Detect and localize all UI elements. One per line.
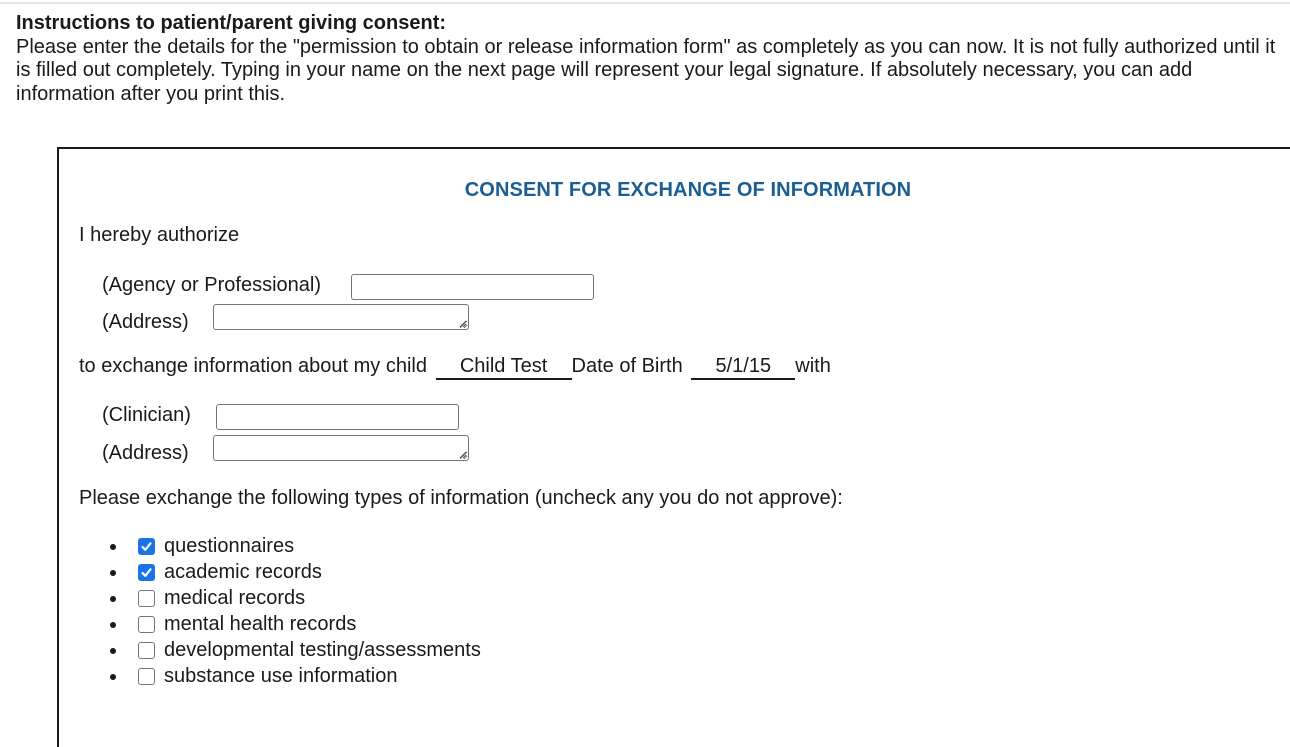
info-type-item: mental health records bbox=[107, 611, 481, 637]
info-type-checkbox[interactable] bbox=[138, 667, 155, 685]
info-type-item: academic records bbox=[107, 559, 481, 585]
info-type-label: questionnaires bbox=[164, 534, 295, 557]
instructions-body: Please enter the details for the "permis… bbox=[16, 35, 1276, 105]
info-type-item: developmental testing/assessments bbox=[107, 637, 481, 663]
form-title: CONSENT FOR EXCHANGE OF INFORMATION bbox=[464, 179, 912, 201]
bullet-icon bbox=[110, 622, 116, 628]
info-types-list: questionnaires academic records medical … bbox=[107, 533, 481, 689]
agency-address-textarea[interactable] bbox=[213, 304, 469, 330]
checkmark-icon bbox=[141, 541, 152, 551]
bullet-icon bbox=[110, 596, 116, 602]
info-type-checkbox[interactable] bbox=[138, 589, 155, 607]
info-type-label: medical records bbox=[164, 586, 306, 609]
exchange-suffix: with bbox=[795, 355, 831, 377]
clinician-address-textarea[interactable] bbox=[213, 435, 469, 461]
bullet-icon bbox=[110, 674, 116, 680]
info-type-item: medical records bbox=[107, 585, 481, 611]
clinician-address-label: (Address) bbox=[102, 442, 189, 464]
info-type-label: developmental testing/assessments bbox=[164, 638, 481, 661]
exchange-prefix: to exchange information about my child bbox=[79, 355, 427, 377]
agency-address-label: (Address) bbox=[102, 311, 189, 333]
bullet-icon bbox=[110, 648, 116, 654]
authorize-text: I hereby authorize bbox=[79, 224, 240, 246]
info-type-label: mental health records bbox=[164, 612, 357, 635]
info-type-checkbox[interactable] bbox=[138, 563, 155, 581]
agency-input[interactable] bbox=[351, 274, 594, 300]
agency-label: (Agency or Professional) bbox=[102, 274, 321, 296]
instructions-heading: Instructions to patient/parent giving co… bbox=[16, 12, 447, 34]
clinician-input[interactable] bbox=[216, 404, 459, 430]
dob-label: Date of Birth bbox=[571, 355, 683, 377]
info-type-item: questionnaires bbox=[107, 533, 481, 559]
bullet-icon bbox=[110, 570, 116, 576]
child-name-field: Child Test bbox=[435, 355, 572, 380]
clinician-label: (Clinician) bbox=[102, 404, 191, 426]
info-type-label: academic records bbox=[164, 560, 322, 583]
exchange-sentence: to exchange information about my child C… bbox=[79, 355, 831, 380]
bullet-icon bbox=[110, 544, 116, 550]
info-type-checkbox[interactable] bbox=[138, 641, 155, 659]
info-type-item: substance use information bbox=[107, 663, 481, 689]
info-type-label: substance use information bbox=[164, 664, 398, 687]
checkmark-icon bbox=[141, 567, 152, 577]
top-divider bbox=[0, 2, 1290, 4]
agency-address-wrapper bbox=[213, 304, 469, 330]
clinician-address-wrapper bbox=[213, 435, 469, 461]
instructions-block: Instructions to patient/parent giving co… bbox=[16, 12, 1276, 106]
types-prompt: Please exchange the following types of i… bbox=[79, 487, 843, 509]
info-type-checkbox[interactable] bbox=[138, 537, 155, 555]
dob-field: 5/1/15 bbox=[691, 355, 796, 380]
info-type-checkbox[interactable] bbox=[138, 615, 155, 633]
